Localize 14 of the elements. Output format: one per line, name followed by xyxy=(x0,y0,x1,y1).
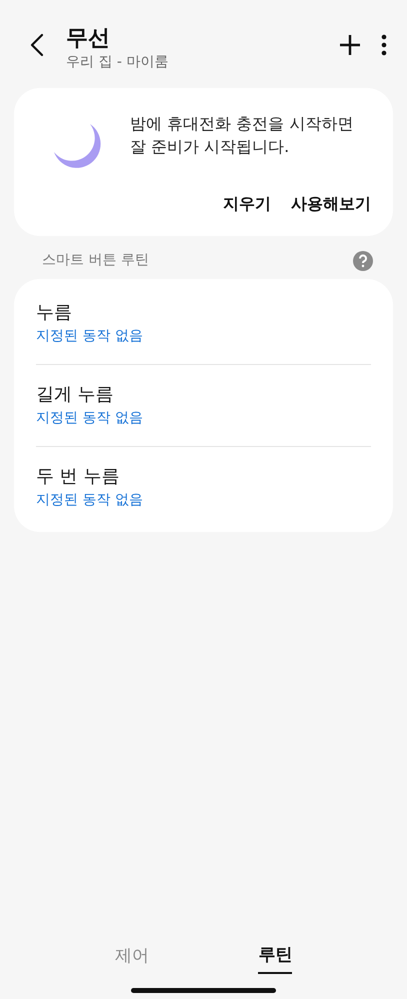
help-icon[interactable] xyxy=(353,250,373,270)
routine-item[interactable]: 두 번 누름 지정된 동작 없음 xyxy=(36,446,371,528)
add-icon[interactable] xyxy=(339,34,361,56)
page-title: 무선 xyxy=(66,26,111,52)
back-icon[interactable] xyxy=(30,32,44,57)
tab[interactable]: 루틴 xyxy=(258,942,292,974)
page-subtitle: 우리 집 - 마이룸 xyxy=(66,53,170,72)
section-title: 스마트 버튼 루틴 xyxy=(42,251,149,270)
action-button[interactable]: 지우기 xyxy=(221,188,273,220)
action-button[interactable]: 사용해보기 xyxy=(289,188,373,220)
routine-item[interactable]: 누름 지정된 동작 없음 xyxy=(36,283,371,364)
routine-item[interactable]: 길게 누름 지정된 동작 없음 xyxy=(36,364,371,446)
suggestion-message: 밤에 휴대전화 충전을 시작하면 잘 준비가 시작됩니다. xyxy=(130,113,354,158)
more-options-icon[interactable] xyxy=(381,34,387,56)
